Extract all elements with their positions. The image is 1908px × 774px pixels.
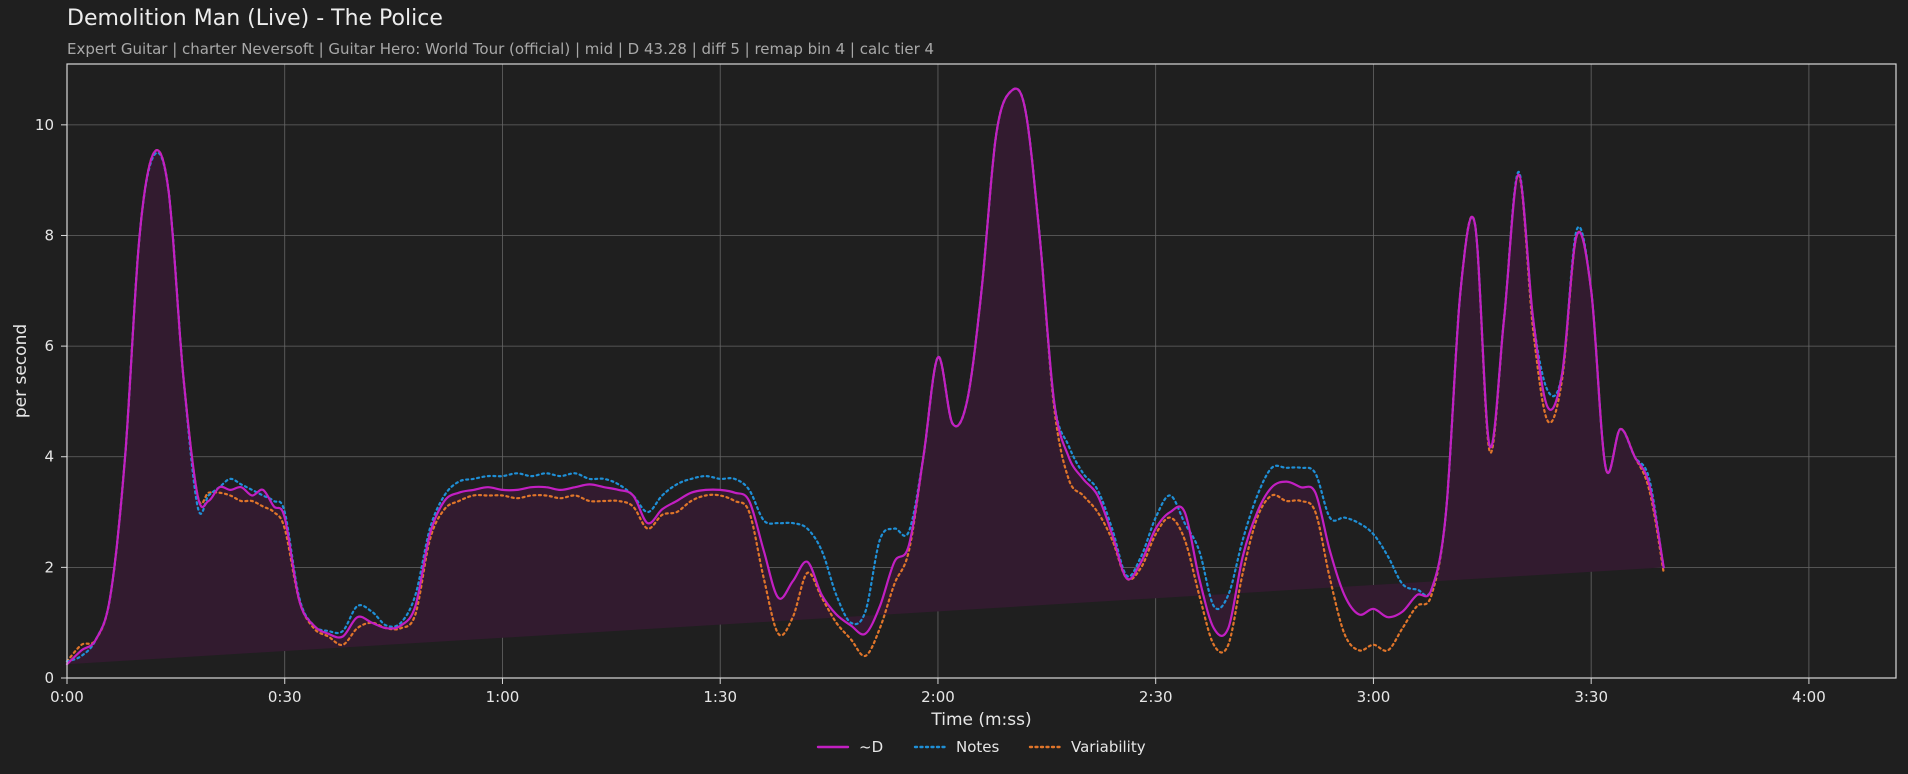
x-tick-label: 3:30	[1574, 688, 1608, 706]
series-layer	[65, 87, 1665, 666]
y-tick-label: 4	[44, 448, 54, 466]
x-tick-label: 1:00	[486, 688, 520, 706]
x-tick-label: 2:00	[921, 688, 955, 706]
chart-plot: 0:00 0:30 1:00 1:30 2:00 2:30 3:00 3:30 4:00 0 2 4 6…	[11, 63, 1897, 756]
y-tick-label: 2	[44, 558, 54, 576]
y-tick-label: 10	[35, 116, 54, 134]
legend: ~D Notes Variability	[816, 738, 1146, 756]
legend-label: Notes	[956, 738, 1000, 756]
x-axis-label: Time (m:ss)	[930, 710, 1031, 730]
y-tick-label: 8	[44, 226, 54, 244]
x-tick-label: 4:00	[1792, 688, 1826, 706]
legend-label: Variability	[1071, 738, 1146, 756]
legend-label: ~D	[859, 738, 883, 756]
series-line-notes	[65, 87, 1665, 663]
x-tick-label: 3:00	[1357, 688, 1391, 706]
series-line-d	[65, 87, 1665, 666]
y-tick-label: 0	[44, 669, 54, 687]
x-tick-label: 0:30	[268, 688, 302, 706]
x-tick-label: 0:00	[50, 688, 84, 706]
x-tick-label: 1:30	[703, 688, 737, 706]
y-tick-label: 6	[44, 337, 54, 355]
y-axis-label: per second	[11, 324, 31, 418]
series-line-variability	[65, 87, 1665, 663]
series-area-d	[67, 88, 1664, 665]
x-tick-label: 2:30	[1139, 688, 1173, 706]
